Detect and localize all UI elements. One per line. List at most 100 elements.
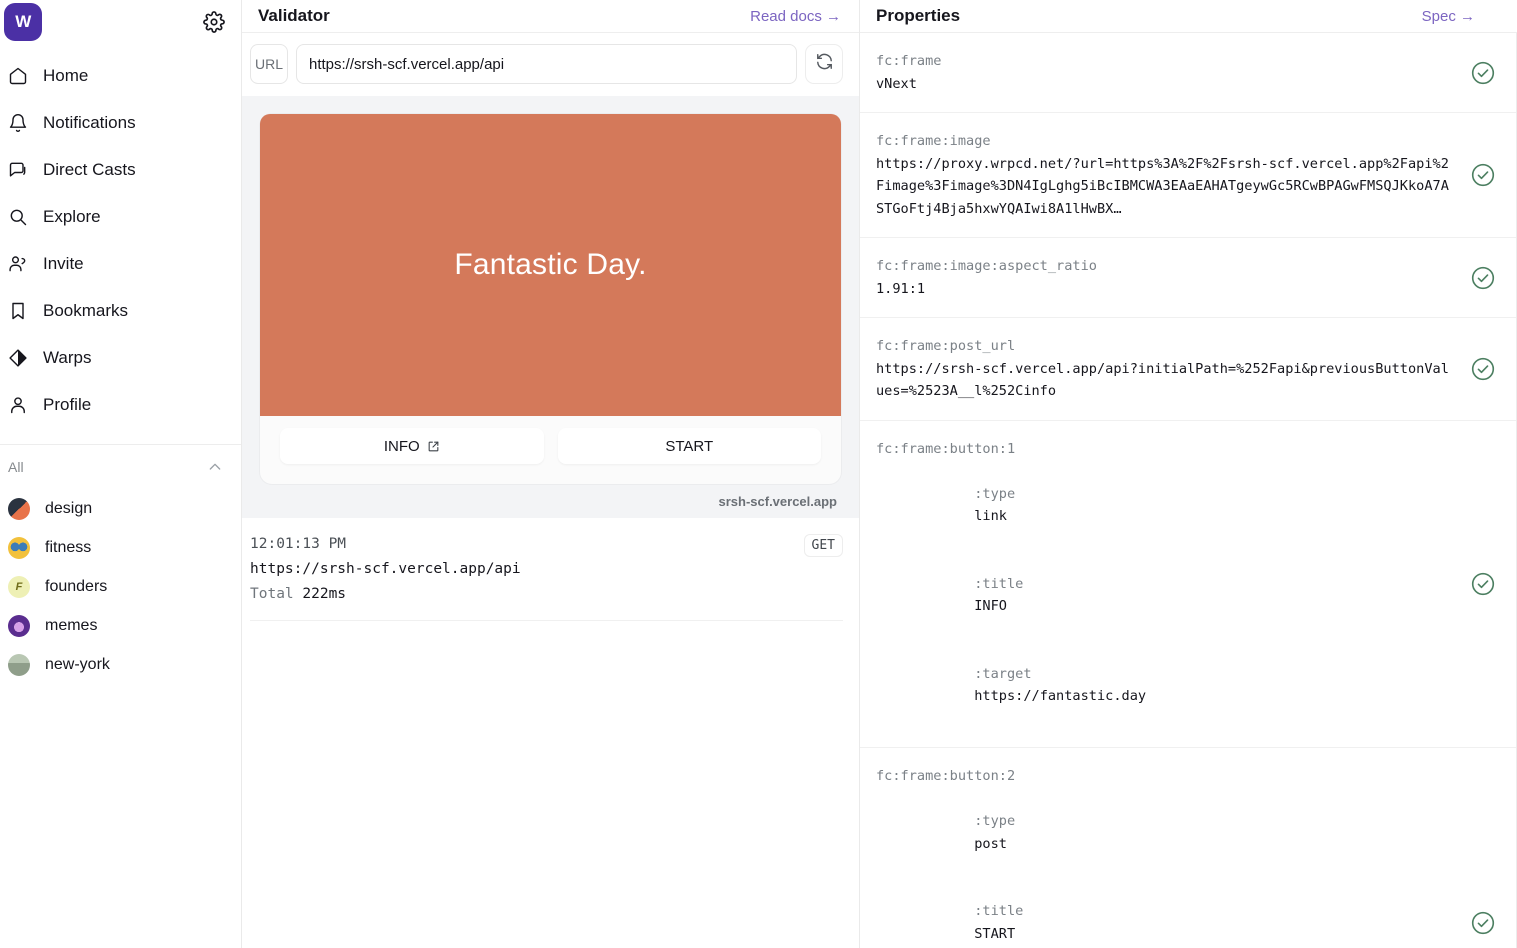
property-key: fc:frame:button:2: [876, 768, 1016, 784]
page-title: Validator: [258, 6, 330, 25]
avatar-initial: F: [15, 580, 23, 593]
app-logo[interactable]: W: [4, 3, 42, 41]
app-logo-text: W: [15, 12, 31, 31]
request-time: 12:01:13 PM: [250, 536, 347, 552]
property-row: fc:frame:button:1 :type link :title INFO…: [860, 421, 1516, 748]
spec-link[interactable]: Spec →: [1422, 8, 1475, 25]
sidebar-item-label: Invite: [43, 253, 84, 273]
check-circle-icon: [1470, 60, 1496, 86]
property-subvalue: INFO: [974, 598, 1007, 614]
avatar: [8, 497, 30, 520]
channel-item-design[interactable]: design: [0, 489, 241, 528]
request-method-badge: GET: [803, 534, 843, 557]
property-content: fc:frame vNext: [876, 50, 941, 95]
search-icon: [8, 207, 28, 227]
refresh-button[interactable]: [805, 44, 843, 84]
check-circle-icon: [1470, 162, 1496, 188]
avatar: [8, 653, 30, 676]
external-link-icon: [427, 440, 440, 453]
sidebar: W Home Notifications Direct Casts Explor…: [0, 0, 242, 948]
sidebar-item-bookmarks[interactable]: Bookmarks: [0, 287, 241, 334]
frame-preview: Fantastic Day. INFO START srsh-scf.verce…: [242, 96, 859, 518]
request-url: https://srsh-scf.vercel.app/api: [250, 561, 521, 577]
property-subkey: :title: [974, 575, 1024, 592]
sidebar-item-explore[interactable]: Explore: [0, 193, 241, 240]
properties-title: Properties: [876, 6, 961, 25]
sidebar-item-notifications[interactable]: Notifications: [0, 99, 241, 146]
property-row: fc:frame:image https://proxy.wrpcd.net/?…: [860, 113, 1516, 238]
sidebar-item-direct-casts[interactable]: Direct Casts: [0, 146, 241, 193]
diamond-icon: [8, 348, 28, 368]
property-content: fc:frame:button:2 :type post :title STAR…: [876, 765, 1359, 948]
property-subline: :target https://fantastic.day: [876, 640, 1146, 730]
property-subkey: :type: [974, 813, 1016, 829]
request-log-entry[interactable]: 12:01:13 PM https://srsh-scf.vercel.app/…: [250, 532, 843, 621]
channel-item-memes[interactable]: memes: [0, 606, 241, 645]
property-key: fc:frame: [876, 53, 942, 69]
read-docs-link[interactable]: Read docs →: [750, 8, 841, 25]
validator-header: Validator Read docs →: [242, 0, 859, 33]
channel-item-fitness[interactable]: fitness: [0, 528, 241, 567]
request-log-details: 12:01:13 PM https://srsh-scf.vercel.app/…: [250, 532, 521, 607]
avatar: [8, 614, 30, 637]
check-circle-icon: [1470, 265, 1496, 291]
check-circle-icon: [1470, 356, 1496, 382]
frame-button-label: START: [665, 437, 714, 455]
property-subline: :type link: [876, 460, 1146, 550]
channel-item-new-york[interactable]: new-york: [0, 645, 241, 684]
properties-header: Properties Spec →: [860, 0, 1517, 33]
property-subline: :type post: [876, 788, 1359, 878]
property-subkey: :target: [974, 665, 1032, 682]
channel-item-label: founders: [45, 577, 108, 595]
bell-icon: [8, 113, 28, 133]
request-total-label: Total: [250, 586, 294, 602]
property-row: fc:frame:button:2 :type post :title STAR…: [860, 748, 1516, 948]
gear-icon[interactable]: [203, 11, 225, 33]
refresh-icon: [815, 52, 834, 76]
property-key: fc:frame:image:aspect_ratio: [876, 258, 1097, 274]
property-key: fc:frame:image: [876, 133, 991, 149]
channel-item-founders[interactable]: F founders: [0, 567, 241, 606]
sidebar-item-label: Notifications: [43, 112, 136, 132]
channel-group-toggle[interactable]: All: [0, 445, 241, 489]
home-icon: [8, 66, 28, 86]
app-root: W Home Notifications Direct Casts Explor…: [0, 0, 1517, 948]
frame-image-text: Fantastic Day.: [454, 248, 647, 281]
chat-icon: [8, 160, 28, 180]
url-label: URL: [250, 44, 288, 84]
url-input[interactable]: [296, 44, 797, 84]
channel-item-label: memes: [45, 616, 98, 634]
sidebar-item-profile[interactable]: Profile: [0, 381, 241, 428]
property-content: fc:frame:image:aspect_ratio 1.91:1: [876, 255, 1097, 300]
sidebar-item-home[interactable]: Home: [0, 52, 241, 99]
bookmark-icon: [8, 301, 28, 321]
check-circle-icon: [1470, 571, 1496, 597]
property-row: fc:frame:image:aspect_ratio 1.91:1: [860, 238, 1516, 318]
sidebar-nav: Home Notifications Direct Casts Explore: [0, 44, 241, 428]
chevron-up-icon[interactable]: [207, 459, 223, 475]
frame-host: srsh-scf.vercel.app: [718, 494, 837, 509]
properties-list[interactable]: fc:frame vNext fc:frame:image https://pr…: [860, 33, 1517, 948]
property-subkey: :type: [974, 485, 1016, 502]
channel-group-label: All: [8, 459, 24, 475]
sidebar-top: W: [0, 0, 241, 44]
url-bar: URL: [242, 33, 859, 96]
property-subvalue: START: [974, 925, 1016, 942]
request-total-value: 222ms: [302, 586, 347, 602]
sidebar-item-warps[interactable]: Warps: [0, 334, 241, 381]
sidebar-item-invite[interactable]: Invite: [0, 240, 241, 287]
sidebar-item-label: Warps: [43, 347, 92, 367]
channel-list: design fitness F founders memes new-york: [0, 489, 241, 684]
property-row: fc:frame vNext: [860, 33, 1516, 113]
property-subvalue: link: [974, 508, 1007, 524]
request-log: 12:01:13 PM https://srsh-scf.vercel.app/…: [242, 518, 859, 621]
channel-item-label: design: [45, 499, 93, 517]
sidebar-item-label: Bookmarks: [43, 300, 129, 320]
frame-button-start[interactable]: START: [557, 428, 821, 464]
avatar: [8, 536, 30, 559]
frame-button-info[interactable]: INFO: [280, 428, 544, 464]
property-value: https://proxy.wrpcd.net/?url=https%3A%2F…: [876, 155, 1449, 217]
validator-panel: Validator Read docs → URL Fantastic Day.: [242, 0, 860, 948]
property-content: fc:frame:post_url https://srsh-scf.verce…: [876, 335, 1456, 403]
property-value: https://srsh-scf.vercel.app/api?initialP…: [876, 360, 1449, 400]
